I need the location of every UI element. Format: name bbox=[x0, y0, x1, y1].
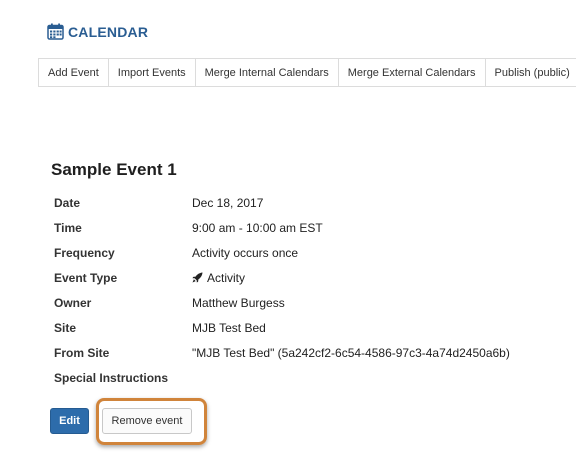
calendar-icon bbox=[47, 23, 64, 40]
calendar-header: CALENDAR bbox=[47, 23, 148, 40]
detail-value: MJB Test Bed bbox=[192, 320, 266, 335]
detail-row-special-instructions: Special Instructions bbox=[54, 365, 510, 390]
detail-value: Matthew Burgess bbox=[192, 295, 285, 310]
detail-label: Frequency bbox=[54, 245, 115, 260]
detail-value: Dec 18, 2017 bbox=[192, 195, 264, 210]
detail-label: Date bbox=[54, 195, 81, 210]
detail-label: Site bbox=[54, 320, 77, 335]
event-type-text: Activity bbox=[207, 270, 246, 285]
detail-row-date: Date Dec 18, 2017 bbox=[54, 190, 510, 215]
remove-event-button[interactable]: Remove event bbox=[102, 408, 192, 434]
calendar-toolbar: Add Event Import Events Merge Internal C… bbox=[38, 58, 576, 87]
edit-button[interactable]: Edit bbox=[50, 408, 89, 434]
merge-external-calendars-link[interactable]: Merge External Calendars bbox=[339, 59, 486, 86]
event-details: Date Dec 18, 2017 Time 9:00 am - 10:00 a… bbox=[54, 190, 510, 390]
detail-label: Time bbox=[54, 220, 82, 235]
detail-value: "MJB Test Bed" (5a242cf2-6c54-4586-97c3-… bbox=[192, 345, 510, 360]
rocket-icon bbox=[192, 272, 203, 283]
detail-label: From Site bbox=[54, 345, 110, 360]
detail-row-from-site: From Site "MJB Test Bed" (5a242cf2-6c54-… bbox=[54, 340, 510, 365]
publish-public-link[interactable]: Publish (public) bbox=[486, 59, 576, 86]
detail-value: Activity occurs once bbox=[192, 245, 299, 260]
detail-value: 9:00 am - 10:00 am EST bbox=[192, 220, 323, 235]
import-events-link[interactable]: Import Events bbox=[109, 59, 196, 86]
detail-value-with-icon: Activity bbox=[192, 271, 245, 285]
detail-label: Special Instructions bbox=[54, 370, 169, 385]
detail-row-site: Site MJB Test Bed bbox=[54, 315, 510, 340]
detail-row-frequency: Frequency Activity occurs once bbox=[54, 240, 510, 265]
merge-internal-calendars-link[interactable]: Merge Internal Calendars bbox=[196, 59, 339, 86]
detail-label: Owner bbox=[54, 295, 92, 310]
detail-label: Event Type bbox=[54, 270, 118, 285]
detail-row-owner: Owner Matthew Burgess bbox=[54, 290, 510, 315]
detail-row-time: Time 9:00 am - 10:00 am EST bbox=[54, 215, 510, 240]
page-title: CALENDAR bbox=[68, 23, 149, 40]
add-event-link[interactable]: Add Event bbox=[39, 59, 109, 86]
event-title: Sample Event 1 bbox=[51, 160, 177, 179]
detail-row-event-type: Event Type Activity bbox=[54, 265, 510, 290]
